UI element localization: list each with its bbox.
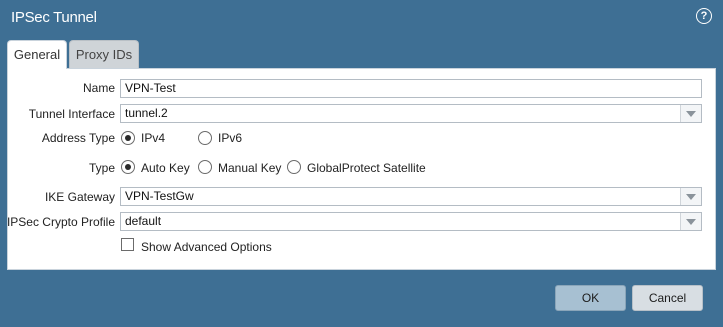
address-type-label: Address Type	[41, 131, 115, 145]
chevron-down-icon[interactable]	[680, 213, 701, 230]
radio-globalprotect-satellite[interactable]	[287, 160, 301, 174]
auto-key-label: Auto Key	[141, 161, 190, 175]
ike-gateway-value: VPN-TestGw	[125, 189, 194, 203]
manual-key-label: Manual Key	[218, 161, 282, 175]
tab-general[interactable]: General	[7, 40, 67, 69]
globalprotect-satellite-label: GlobalProtect Satellite	[307, 161, 426, 175]
ipsec-crypto-profile-value: default	[125, 214, 162, 228]
dialog-title: IPSec Tunnel	[11, 9, 97, 26]
ok-button[interactable]: OK	[555, 285, 626, 311]
tunnel-interface-label: Tunnel Interface	[28, 107, 115, 121]
radio-ipv6[interactable]	[198, 131, 212, 145]
cancel-button[interactable]: Cancel	[632, 285, 703, 311]
tab-proxy-ids[interactable]: Proxy IDs	[69, 40, 139, 68]
ipv4-label: IPv4	[141, 131, 166, 145]
tunnel-interface-value: tunnel.2	[125, 106, 168, 120]
ike-gateway-label: IKE Gateway	[44, 190, 115, 204]
title-bar: IPSec Tunnel ?	[0, 0, 723, 36]
radio-ipv4[interactable]	[121, 131, 135, 145]
show-advanced-options-checkbox[interactable]	[121, 238, 134, 251]
ipsec-tunnel-dialog: IPSec Tunnel ? General Proxy IDs Name VP…	[0, 0, 723, 327]
chevron-down-icon[interactable]	[680, 188, 701, 205]
tunnel-interface-select[interactable]: tunnel.2	[120, 104, 702, 123]
radio-manual-key[interactable]	[198, 160, 212, 174]
ipsec-crypto-profile-label: IPSec Crypto Profile	[6, 215, 115, 229]
name-input[interactable]: VPN-Test	[120, 79, 702, 98]
type-label: Type	[88, 161, 115, 175]
ipsec-crypto-profile-select[interactable]: default	[120, 212, 702, 231]
show-advanced-options-label: Show Advanced Options	[141, 240, 272, 254]
ike-gateway-select[interactable]: VPN-TestGw	[120, 187, 702, 206]
help-icon[interactable]: ?	[696, 8, 712, 24]
name-label: Name	[82, 81, 115, 95]
ipv6-label: IPv6	[218, 131, 243, 145]
chevron-down-icon[interactable]	[680, 105, 701, 122]
radio-auto-key[interactable]	[121, 160, 135, 174]
